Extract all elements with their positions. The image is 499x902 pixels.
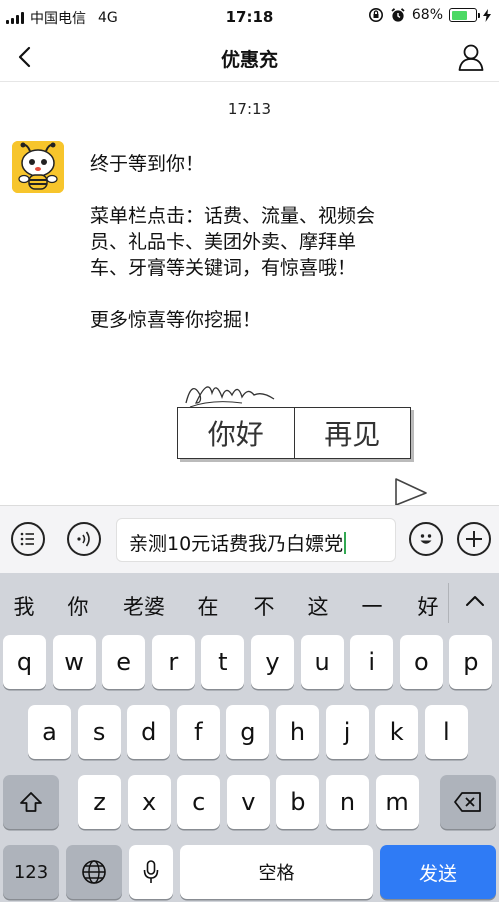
candidate-word[interactable]: 我 [4, 591, 44, 621]
message-menu-line-1: 菜单栏点击：话费、流量、视频会 [90, 205, 376, 227]
message-greeting: 终于等到你！ [90, 153, 205, 175]
emoji-icon[interactable] [409, 522, 443, 556]
key-i[interactable]: i [350, 635, 394, 689]
person-icon[interactable] [457, 42, 485, 72]
plus-icon[interactable] [457, 522, 491, 556]
sticker-goodbye: 再见 [293, 408, 411, 458]
key-e[interactable]: e [102, 635, 146, 689]
backspace-key[interactable] [440, 775, 496, 829]
key-u[interactable]: u [300, 635, 344, 689]
key-f[interactable]: f [176, 705, 220, 759]
candidate-word[interactable]: 一 [352, 591, 392, 621]
message-menu-line-2: 员、礼品卡、美团外卖、摩拜单 [90, 231, 357, 253]
backspace-icon [454, 792, 481, 812]
globe-key[interactable] [66, 845, 122, 899]
nav-bar: 优惠充 [0, 34, 499, 82]
battery-icon [449, 8, 480, 22]
message-input[interactable]: 亲测10元话费我乃白嫖党 [116, 518, 396, 562]
status-bar: 中国电信 4G 17:18 68% [0, 0, 499, 34]
key-w[interactable]: w [52, 635, 96, 689]
key-c[interactable]: c [177, 775, 221, 829]
key-h[interactable]: h [276, 705, 319, 759]
space-key[interactable]: 空格 [180, 845, 373, 899]
cursor-arrow-icon [395, 478, 427, 505]
message-bubble: 终于等到你！ 菜单栏点击：话费、流量、视频会 员、礼品卡、美团外卖、摩拜单 车、… [90, 151, 430, 359]
voice-icon[interactable] [67, 522, 101, 556]
key-p[interactable]: p [449, 635, 493, 689]
send-key[interactable]: 发送 [380, 845, 496, 899]
chevron-up-icon[interactable] [460, 589, 490, 613]
candidate-word[interactable]: 在 [188, 591, 228, 621]
microphone-key[interactable] [129, 845, 173, 899]
sticker-hello: 你好 [207, 418, 264, 451]
signature-scribble [185, 386, 275, 408]
message-menu-line-3: 车、牙膏等关键词，有惊喜哦！ [90, 257, 357, 279]
rotation-lock-icon [368, 8, 383, 22]
candidate-bar: 我你老婆在不这一好 [0, 573, 499, 633]
key-k[interactable]: k [375, 705, 419, 759]
key-l[interactable]: l [424, 705, 468, 759]
page-title: 优惠充 [220, 49, 278, 71]
chat-area: 17:13 终于等到你！ 菜单栏点击：话费、流量、视频会 员、礼品卡、美团外卖、… [0, 83, 499, 505]
microphone-icon [143, 860, 159, 883]
key-d[interactable]: d [127, 705, 171, 759]
key-a[interactable]: a [28, 705, 71, 759]
candidate-word[interactable]: 老婆 [114, 591, 174, 621]
key-n[interactable]: n [326, 775, 369, 829]
charging-icon [483, 8, 491, 22]
battery-percent: 68% [411, 7, 443, 23]
text-caret [344, 532, 347, 554]
list-menu-icon[interactable] [11, 522, 45, 556]
key-s[interactable]: s [77, 705, 121, 759]
input-bar: 亲测10元话费我乃白嫖党 [0, 505, 499, 573]
key-y[interactable]: y [251, 635, 294, 689]
sticker-box: 你好 再见 [177, 407, 411, 459]
key-v[interactable]: v [226, 775, 270, 829]
shift-key[interactable] [3, 775, 59, 829]
sticker-image[interactable]: 你好 再见 [174, 373, 434, 505]
message-timestamp: 17:13 [227, 100, 272, 118]
globe-icon [82, 860, 106, 884]
key-t[interactable]: t [201, 635, 245, 689]
candidate-word[interactable]: 你 [58, 591, 98, 621]
candidate-word[interactable]: 不 [244, 591, 284, 621]
key-o[interactable]: o [399, 635, 443, 689]
key-b[interactable]: b [276, 775, 320, 829]
key-r[interactable]: r [151, 635, 195, 689]
candidate-word[interactable]: 好 [408, 591, 448, 621]
key-q[interactable]: q [3, 635, 46, 689]
key-z[interactable]: z [78, 775, 121, 829]
keyboard: 我你老婆在不这一好 qwertyuiop asdfghjkl zxcvbnm 123… [0, 573, 499, 902]
key-g[interactable]: g [226, 705, 270, 759]
message-input-text: 亲测10元话费我乃白嫖党 [129, 533, 344, 555]
numbers-key[interactable]: 123 [3, 845, 59, 899]
key-j[interactable]: j [325, 705, 369, 759]
shift-icon [20, 792, 42, 812]
message-more: 更多惊喜等你挖掘！ [90, 309, 262, 331]
alarm-icon [391, 8, 405, 22]
bee-mascot-avatar[interactable] [12, 141, 64, 193]
candidate-separator [448, 583, 449, 623]
candidate-word[interactable]: 这 [298, 591, 338, 621]
key-m[interactable]: m [375, 775, 419, 829]
key-x[interactable]: x [127, 775, 171, 829]
